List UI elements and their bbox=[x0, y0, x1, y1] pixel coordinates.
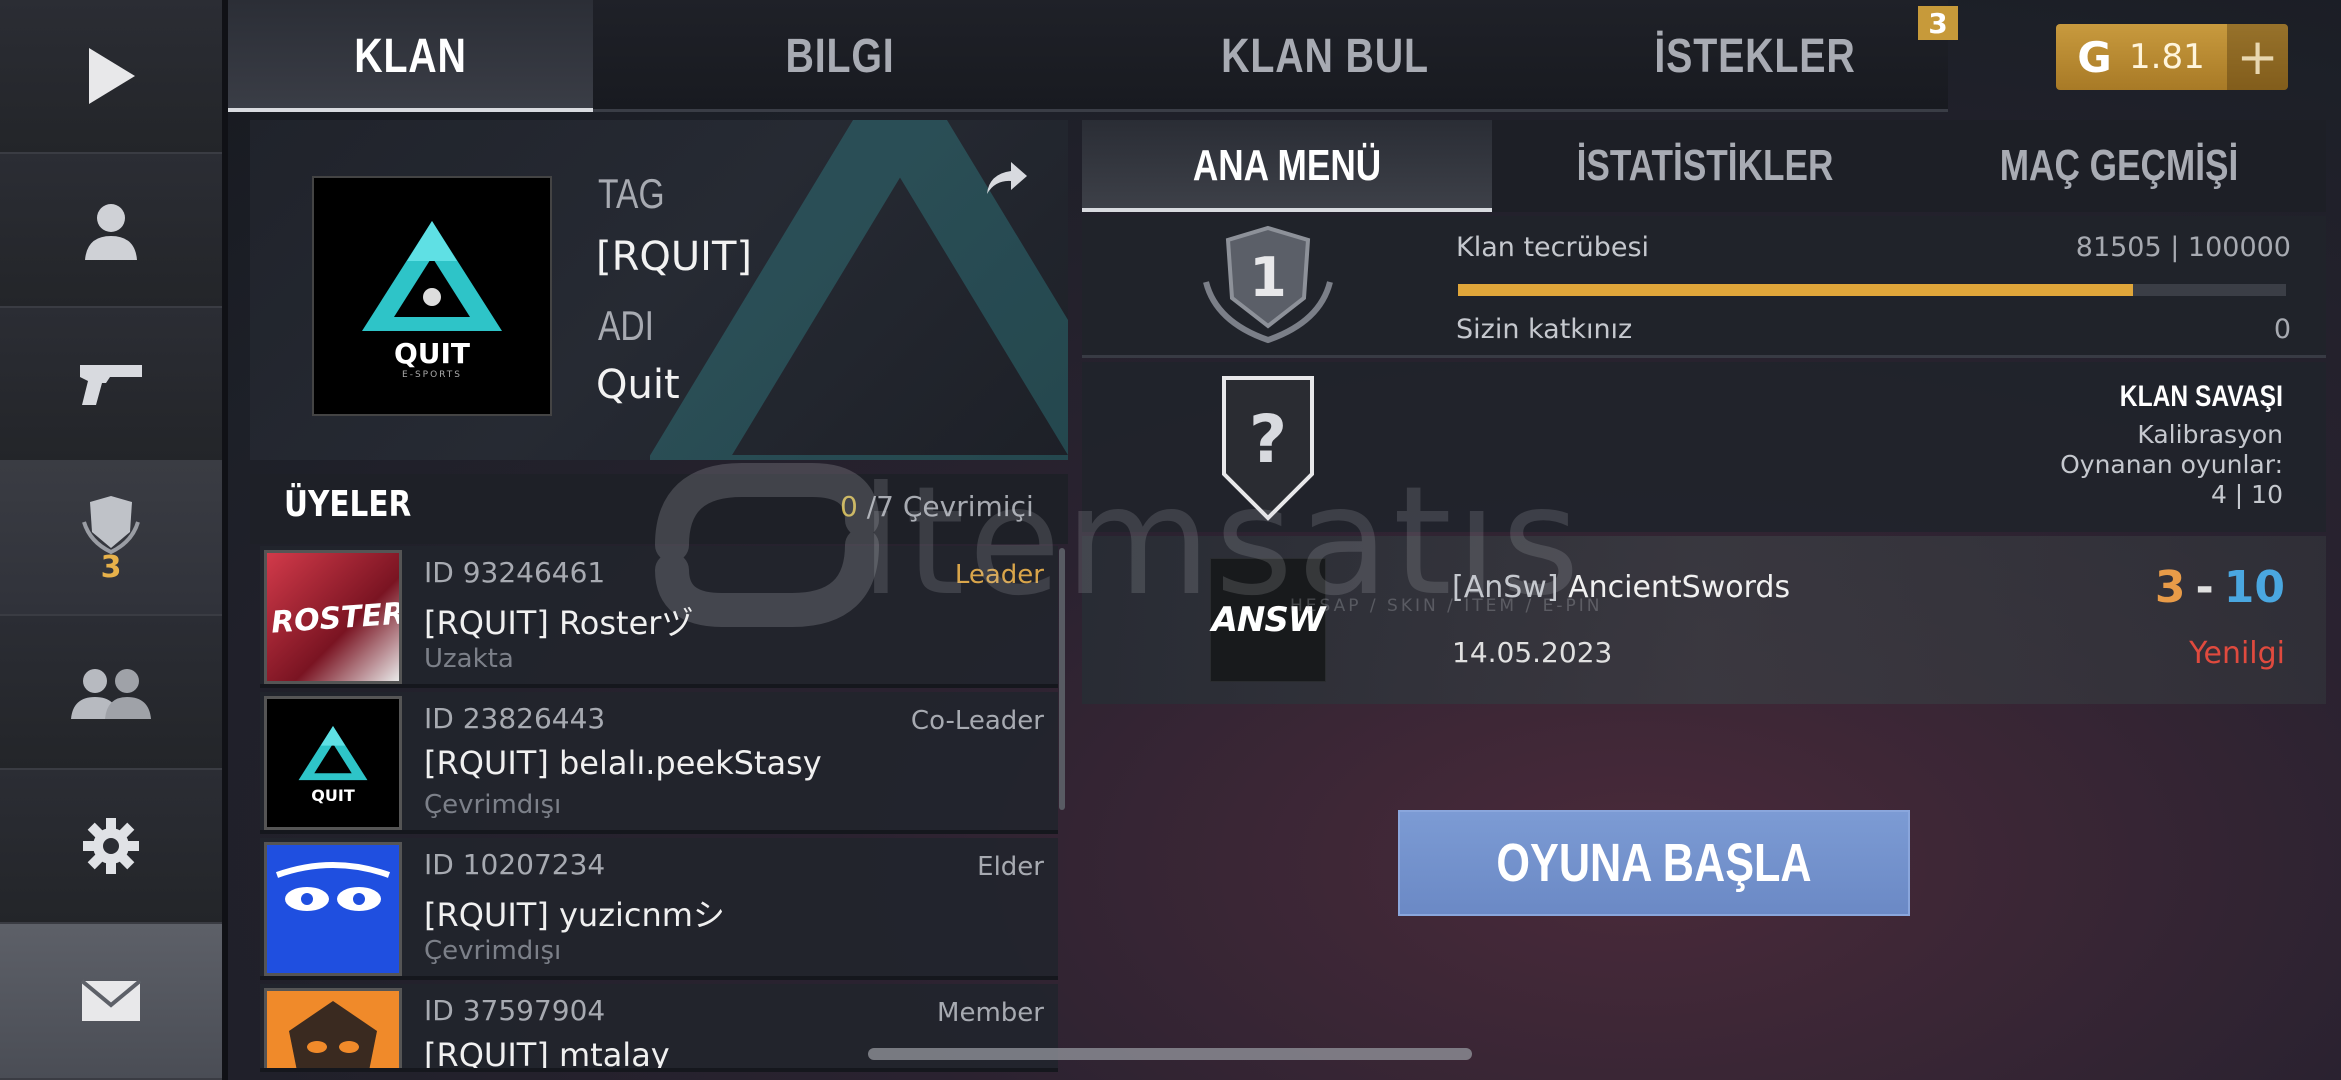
clan-badge: 3 bbox=[100, 549, 122, 585]
clan-emblem-icon bbox=[362, 220, 502, 331]
clan-tag-value: [RQUIT] bbox=[596, 234, 752, 280]
clan-logo-text: QUIT bbox=[393, 336, 471, 370]
avatar-face-icon bbox=[275, 862, 391, 911]
online-count: 0 /7 Çevrimiçi bbox=[840, 490, 1034, 523]
tab-istekler[interactable]: İSTEKLER bbox=[1595, 0, 1915, 112]
member-role: Co-Leader bbox=[910, 706, 1044, 736]
tab-istatistikler[interactable]: İSTATİSTİKLER bbox=[1541, 120, 1869, 212]
add-gold-button[interactable]: + bbox=[2227, 24, 2288, 90]
online-total: /7 Çevrimiçi bbox=[866, 490, 1034, 523]
opponent-clan-name: AncientSwords bbox=[1568, 570, 1791, 605]
online-number: 0 bbox=[840, 490, 858, 523]
member-name: [RQUIT] mtalay bbox=[424, 1036, 670, 1072]
member-id: ID 93246461 bbox=[424, 556, 606, 589]
gold-amount: 1.81 bbox=[2129, 37, 2205, 77]
pistol-icon bbox=[80, 365, 142, 405]
avatar-mask-icon bbox=[289, 1001, 377, 1068]
clan-name-label: ADI bbox=[598, 302, 655, 349]
match-date: 14.05.2023 bbox=[1452, 636, 1613, 669]
currency-display: G 1.81 + bbox=[2056, 24, 2288, 90]
sidebar-item-profile[interactable] bbox=[0, 154, 222, 308]
sidebar-item-mail[interactable] bbox=[0, 924, 222, 1080]
opponent-tag: [AnSw] bbox=[1452, 570, 1559, 605]
clan-name-value: Quit bbox=[596, 362, 680, 408]
member-avatar bbox=[264, 988, 402, 1068]
war-calibration: Kalibrasyon bbox=[2137, 420, 2283, 449]
sidebar-item-play[interactable] bbox=[0, 0, 222, 154]
war-rank-text: ? bbox=[1249, 401, 1287, 478]
tab-mac-gecmisi[interactable]: MAÇ GEÇMİŞİ bbox=[1953, 120, 2284, 212]
member-name: [RQUIT] yuzicnmシ bbox=[424, 896, 725, 934]
gear-icon bbox=[83, 818, 139, 874]
score-away: 10 bbox=[2223, 562, 2285, 613]
mail-icon bbox=[80, 979, 142, 1021]
avatar-text: ROSTER bbox=[269, 596, 402, 641]
tab-klan-bul[interactable]: KLAN BUL bbox=[1161, 0, 1489, 112]
match-result: Yenilgi bbox=[2189, 636, 2285, 671]
opponent-logo-text: ANSW bbox=[1211, 600, 1326, 640]
member-row[interactable]: ID 10207234 [RQUIT] yuzicnmシ Çevrimdışı … bbox=[260, 838, 1058, 980]
war-title: KLAN SAVAŞI bbox=[2119, 380, 2283, 413]
member-role: Leader bbox=[954, 560, 1044, 590]
member-avatar: ROSTER bbox=[264, 550, 402, 684]
sidebar-item-friends[interactable] bbox=[0, 616, 222, 770]
member-role: Member bbox=[937, 998, 1044, 1028]
members-title: ÜYELER bbox=[284, 484, 412, 525]
clan-tag-label: TAG bbox=[598, 170, 665, 217]
avatar-text: QUIT bbox=[311, 785, 355, 805]
clan-level-value: 1 bbox=[1249, 246, 1287, 309]
clan-level-badge: 1 bbox=[1203, 225, 1333, 344]
members-scrollbar[interactable] bbox=[1059, 548, 1065, 810]
member-id: ID 23826443 bbox=[424, 702, 606, 735]
home-indicator[interactable] bbox=[868, 1048, 1472, 1060]
member-id: ID 37597904 bbox=[424, 994, 606, 1027]
score-separator: - bbox=[2195, 562, 2214, 613]
sidebar-item-clan[interactable]: 3 bbox=[0, 462, 222, 616]
tab-klan[interactable]: KLAN bbox=[261, 0, 560, 112]
match-score: 3-10 bbox=[2155, 562, 2285, 613]
opponent-name: [AnSw] AncientSwords bbox=[1452, 570, 1790, 605]
member-status: Çevrimdışı bbox=[424, 936, 562, 966]
xp-label: Klan tecrübesi bbox=[1456, 232, 1650, 263]
war-played-label: Oynanan oyunlar: bbox=[2060, 450, 2283, 479]
war-played-value: 4 | 10 bbox=[2210, 480, 2283, 509]
member-status: Uzakta bbox=[424, 644, 514, 674]
tab-bilgi[interactable]: BILGI bbox=[676, 0, 1004, 112]
member-avatar bbox=[264, 842, 402, 976]
start-game-label: OYUNA BAŞLA bbox=[1496, 833, 1812, 893]
clan-war-rank-icon: ? bbox=[1222, 376, 1314, 521]
member-avatar: QUIT bbox=[264, 696, 402, 830]
tab-ana-menu[interactable]: ANA MENÜ bbox=[1123, 120, 1451, 212]
requests-badge: 3 bbox=[1918, 6, 1958, 40]
opponent-logo: ANSW bbox=[1210, 558, 1326, 682]
sidebar-item-weapons[interactable] bbox=[0, 308, 222, 462]
share-icon[interactable] bbox=[985, 160, 1029, 196]
contribution-label: Sizin katkınız bbox=[1456, 314, 1633, 345]
clan-emblem-icon bbox=[298, 725, 368, 780]
play-icon bbox=[89, 48, 135, 104]
member-role: Elder bbox=[977, 852, 1044, 882]
member-id: ID 10207234 bbox=[424, 848, 606, 881]
friends-icon bbox=[71, 669, 151, 719]
start-game-button[interactable]: OYUNA BAŞLA bbox=[1398, 810, 1910, 916]
clan-shield-icon bbox=[82, 495, 140, 554]
member-name: [RQUIT] Rosterヅ bbox=[424, 604, 694, 642]
member-row[interactable]: ROSTER ID 93246461 [RQUIT] Rosterヅ Uzakt… bbox=[260, 546, 1058, 688]
score-home: 3 bbox=[2154, 562, 2186, 613]
xp-progress-fill bbox=[1458, 284, 2133, 296]
xp-progress-bar bbox=[1458, 284, 2286, 296]
contribution-value: 0 bbox=[2273, 314, 2291, 345]
member-status: Çevrimdışı bbox=[424, 790, 562, 820]
member-row[interactable]: QUIT ID 23826443 [RQUIT] belalı.peekStas… bbox=[260, 692, 1058, 834]
gold-icon: G bbox=[2077, 32, 2112, 82]
profile-icon bbox=[85, 204, 137, 260]
sidebar-divider bbox=[222, 0, 228, 1080]
xp-value: 81505 | 100000 bbox=[2075, 232, 2291, 263]
member-name: [RQUIT] belalı.peekStasy bbox=[424, 744, 822, 782]
sidebar-item-settings[interactable] bbox=[0, 770, 222, 924]
clan-logo: QUIT E-SPORTS bbox=[312, 176, 552, 416]
sidebar: 3 bbox=[0, 0, 222, 1080]
clan-logo-subtext: E-SPORTS bbox=[402, 369, 462, 380]
